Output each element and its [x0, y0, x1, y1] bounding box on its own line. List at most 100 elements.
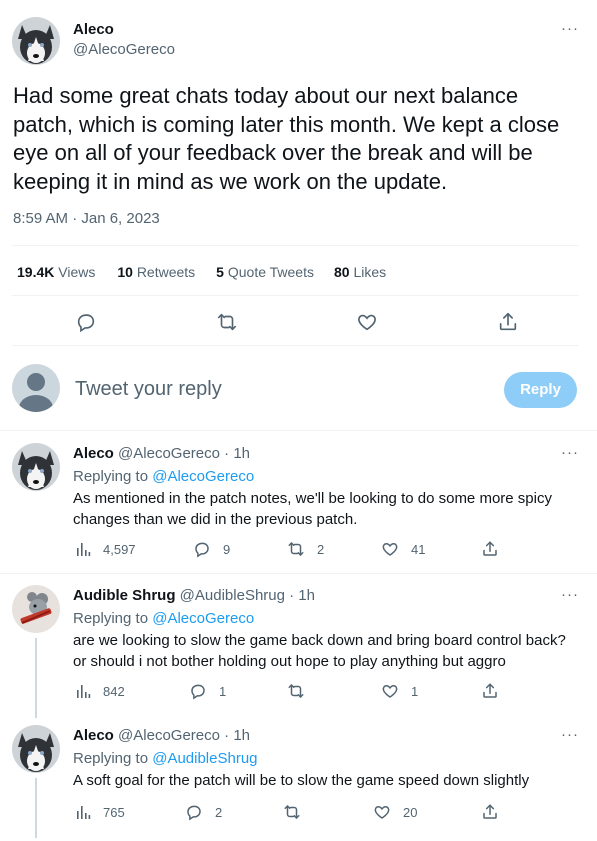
reply-button[interactable]: Reply — [504, 372, 577, 408]
retweet-count: 2 — [317, 541, 325, 557]
reply-tweet[interactable]: Aleco @AlecoGereco · 1h ··· Replying to … — [0, 431, 597, 573]
tweet-timestamp[interactable]: 8:59 AM · Jan 6, 2023 — [13, 210, 160, 227]
husky-avatar-icon — [12, 443, 60, 491]
share-action[interactable] — [481, 803, 511, 821]
share-action[interactable] — [481, 540, 511, 558]
reply-avatar[interactable] — [12, 443, 60, 491]
replying-to-link[interactable]: @AlecoGereco — [152, 610, 254, 627]
views-action[interactable]: 4,597 — [75, 541, 136, 557]
like-icon[interactable] — [356, 311, 378, 333]
stats-row: 19.4K Views 10 Retweets 5 Quote Tweets 8… — [17, 264, 386, 280]
likes-label: Likes — [353, 264, 387, 280]
views-action[interactable]: 842 — [75, 683, 125, 699]
views-label: Views — [58, 264, 96, 280]
retweets-label: Retweets — [136, 264, 196, 280]
retweet-icon — [283, 803, 301, 821]
reply-author-name[interactable]: Audible Shrug — [73, 587, 176, 604]
replying-to-link[interactable]: @AudibleShrug — [152, 750, 257, 767]
thread-line — [35, 638, 37, 718]
views-action[interactable]: 765 — [75, 804, 125, 820]
reply-author-handle[interactable]: @AlecoGereco — [118, 727, 220, 744]
retweet-icon — [287, 540, 305, 558]
like-icon — [373, 803, 391, 821]
likes-count: 80 — [334, 264, 350, 280]
mouse-avatar-icon — [12, 585, 60, 633]
reply-icon — [193, 540, 211, 558]
analytics-icon — [75, 804, 91, 820]
quotes-label: Quote Tweets — [227, 264, 314, 280]
reply-action[interactable]: 2 — [185, 803, 222, 821]
reply-action[interactable]: 9 — [193, 540, 230, 558]
share-icon — [481, 540, 499, 558]
like-action[interactable]: 41 — [381, 540, 425, 558]
analytics-icon — [75, 683, 91, 699]
like-icon — [381, 682, 399, 700]
reply-text: As mentioned in the patch notes, we'll b… — [73, 490, 552, 528]
reply-icon — [185, 803, 203, 821]
replying-to-label: Replying to — [73, 750, 153, 767]
retweet-action[interactable] — [287, 682, 317, 700]
author-avatar[interactable] — [12, 17, 60, 65]
reply-avatar[interactable] — [12, 725, 60, 773]
reply-tweet[interactable]: Aleco @AlecoGereco · 1h ··· Replying to … — [0, 716, 597, 841]
reply-count: 9 — [223, 541, 231, 557]
reply-icon — [189, 682, 207, 700]
share-icon — [481, 682, 499, 700]
replying-to-line: Replying to @AlecoGereco — [73, 468, 254, 485]
reply-time[interactable]: · 1h — [224, 445, 250, 462]
like-icon — [381, 540, 399, 558]
replying-to-line: Replying to @AudibleShrug — [73, 750, 258, 767]
reply-icon[interactable] — [75, 311, 97, 333]
user-avatar[interactable] — [12, 364, 60, 412]
reply-header: Audible Shrug @AudibleShrug · 1h — [73, 587, 315, 604]
reply-action[interactable]: 1 — [189, 682, 226, 700]
default-profile-icon — [19, 373, 53, 412]
reply-author-name[interactable]: Aleco — [73, 445, 114, 462]
reply-text: A soft goal for the patch will be to slo… — [73, 772, 530, 789]
reply-author-handle[interactable]: @AlecoGereco — [118, 445, 220, 462]
likes-stat[interactable]: 80 Likes — [334, 264, 386, 280]
share-icon[interactable] — [497, 311, 519, 333]
more-options-icon[interactable]: ··· — [561, 586, 579, 603]
reply-count: 1 — [219, 683, 227, 699]
share-icon — [481, 803, 499, 821]
like-count: 20 — [403, 804, 418, 820]
share-action[interactable] — [481, 682, 511, 700]
author-handle[interactable]: @AlecoGereco — [73, 41, 175, 58]
views-count: 19.4K — [17, 264, 55, 280]
retweet-icon[interactable] — [216, 311, 238, 333]
author-name[interactable]: Aleco — [73, 21, 114, 38]
retweet-action[interactable] — [283, 803, 313, 821]
replying-to-label: Replying to — [73, 610, 153, 627]
divider — [12, 245, 579, 246]
replying-to-link[interactable]: @AlecoGereco — [152, 468, 254, 485]
reply-author-handle[interactable]: @AudibleShrug — [180, 587, 285, 604]
reply-avatar[interactable] — [12, 585, 60, 633]
husky-avatar-icon — [12, 17, 60, 65]
replying-to-line: Replying to @AlecoGereco — [73, 610, 254, 627]
tweet-text: Had some great chats today about our nex… — [13, 83, 560, 194]
analytics-icon — [75, 541, 91, 557]
more-options-icon[interactable]: ··· — [561, 20, 579, 37]
retweet-action[interactable]: 2 — [287, 540, 324, 558]
divider — [12, 345, 579, 346]
reply-input[interactable]: Tweet your reply — [75, 378, 475, 404]
reply-time[interactable]: · 1h — [224, 727, 250, 744]
thread-line — [35, 778, 37, 838]
reply-header: Aleco @AlecoGereco · 1h — [73, 727, 250, 744]
reply-author-name[interactable]: Aleco — [73, 727, 114, 744]
replying-to-label: Replying to — [73, 468, 153, 485]
like-action[interactable]: 1 — [381, 682, 418, 700]
views-count: 842 — [103, 683, 125, 699]
views-count: 4,597 — [103, 541, 136, 557]
like-action[interactable]: 20 — [373, 803, 417, 821]
more-options-icon[interactable]: ··· — [561, 726, 579, 743]
reply-tweet[interactable]: Audible Shrug @AudibleShrug · 1h ··· Rep… — [0, 574, 597, 718]
quotes-stat[interactable]: 5 Quote Tweets — [216, 264, 314, 280]
like-count: 41 — [411, 541, 426, 557]
more-options-icon[interactable]: ··· — [561, 444, 579, 461]
retweets-stat[interactable]: 10 Retweets — [117, 264, 195, 280]
like-count: 1 — [411, 683, 419, 699]
reply-time[interactable]: · 1h — [289, 587, 315, 604]
quotes-count: 5 — [216, 264, 224, 280]
